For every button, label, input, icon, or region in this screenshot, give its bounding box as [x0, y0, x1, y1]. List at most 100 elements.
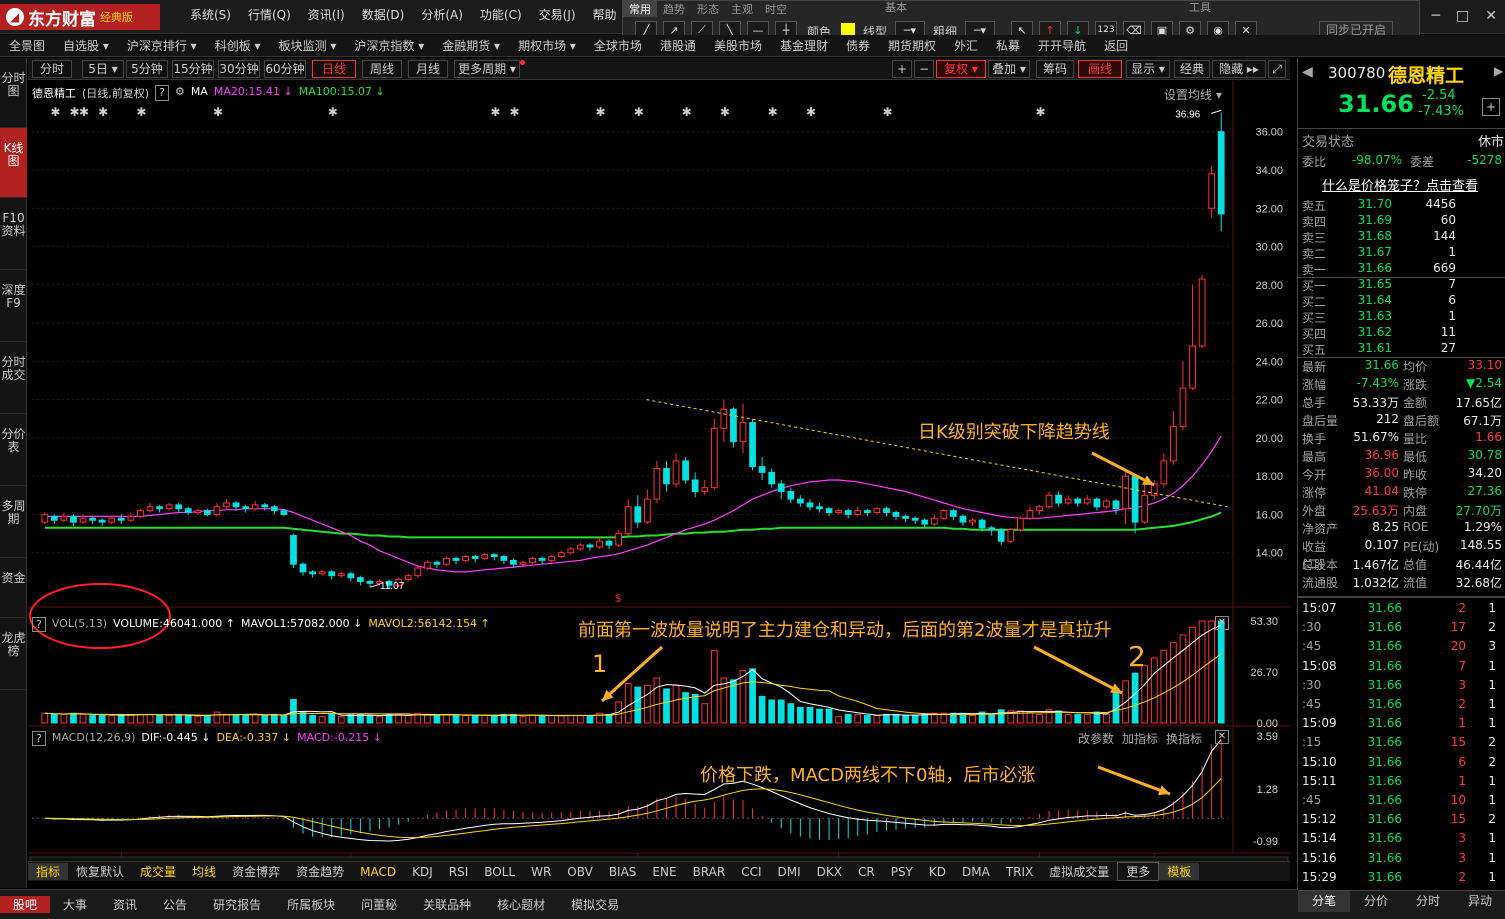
tab-wr[interactable]: WR: [523, 865, 559, 879]
ma-settings-button[interactable]: 设置均线 ▾: [1164, 86, 1222, 103]
nav-funds[interactable]: 基金理财: [771, 37, 837, 54]
nav-star-market[interactable]: 科创板 ▾: [206, 37, 270, 54]
nav-ranking[interactable]: 沪深京排行 ▾: [118, 37, 206, 54]
footer-ask-secretary[interactable]: 问董秘: [348, 896, 410, 913]
footer-guba[interactable]: 股吧: [0, 896, 51, 913]
nav-private[interactable]: 私募: [987, 37, 1029, 54]
tab-volume[interactable]: 成交量: [132, 863, 184, 880]
period-5day[interactable]: 5日 ▾: [82, 60, 124, 78]
change-params-button[interactable]: 改参数: [1078, 730, 1114, 747]
tab-obv[interactable]: OBV: [559, 865, 601, 879]
classic-button[interactable]: 经典: [1174, 60, 1210, 78]
tab-restore-default[interactable]: 恢复默认: [68, 863, 132, 880]
period-timeshare[interactable]: 分时: [32, 60, 72, 78]
nav-options[interactable]: 期权市场 ▾: [509, 37, 585, 54]
leftnav-multi-period[interactable]: 多周期: [0, 486, 27, 558]
footer-related[interactable]: 关联品种: [410, 896, 484, 913]
nav-guide[interactable]: 开开导航: [1029, 37, 1095, 54]
zoom-out-button[interactable]: −: [914, 60, 934, 78]
tab-bias[interactable]: BIAS: [601, 865, 645, 879]
leftnav-f10[interactable]: F10资料: [0, 198, 27, 270]
tab-ticks[interactable]: 分笔: [1298, 891, 1350, 912]
nav-overview[interactable]: 全景图: [0, 37, 54, 54]
display-button[interactable]: 显示 ▾: [1126, 60, 1170, 78]
add-indicator-button[interactable]: 加指标: [1122, 730, 1158, 747]
tab-kdj[interactable]: KDJ: [404, 865, 441, 879]
price-cage-link[interactable]: 什么是价格笼子？点击查看: [1322, 175, 1478, 194]
leftnav-kline[interactable]: K线图: [0, 128, 27, 198]
period-5min[interactable]: 5分钟: [126, 60, 168, 78]
period-30min[interactable]: 30分钟: [218, 60, 260, 78]
period-60min[interactable]: 60分钟: [264, 60, 306, 78]
menu-help[interactable]: 帮助: [593, 6, 617, 23]
nav-forex[interactable]: 外汇: [945, 37, 987, 54]
tab-virtual-volume[interactable]: 虚拟成交量: [1041, 863, 1117, 880]
menu-system[interactable]: 系统(S): [190, 6, 231, 23]
tab-dmi[interactable]: DMI: [770, 865, 809, 879]
tab-dma[interactable]: DMA: [954, 865, 998, 879]
gear-icon[interactable]: ⚙: [175, 85, 185, 101]
close-icon[interactable]: ✕: [1485, 8, 1497, 24]
tab-macd[interactable]: MACD: [352, 865, 404, 879]
macd-help-icon[interactable]: ?: [32, 731, 46, 746]
period-monthly[interactable]: 月线: [408, 60, 448, 78]
chips-button[interactable]: 筹码: [1036, 60, 1074, 78]
footer-sectors[interactable]: 所属板块: [274, 896, 348, 913]
fullscreen-icon[interactable]: ⤢: [1268, 60, 1286, 78]
draw-tab-common[interactable]: 常用: [623, 1, 657, 17]
tab-dkx[interactable]: DKX: [809, 865, 850, 879]
tab-template[interactable]: 模板: [1159, 863, 1200, 880]
draw-line-button[interactable]: 画线: [1078, 60, 1122, 78]
menu-quotes[interactable]: 行情(Q): [248, 6, 291, 23]
tab-intraday[interactable]: 分时: [1402, 891, 1454, 912]
menu-news[interactable]: 资讯(I): [308, 6, 345, 23]
add-watchlist-icon[interactable]: +: [1482, 98, 1500, 116]
overlay-button[interactable]: 叠加 ▾: [988, 60, 1030, 78]
period-more[interactable]: 更多周期 ▾: [454, 60, 520, 78]
period-15min[interactable]: 15分钟: [172, 60, 214, 78]
nav-futures[interactable]: 金融期货 ▾: [433, 37, 509, 54]
back-arrow-icon[interactable]: ◀: [1302, 64, 1313, 80]
macd-close-icon[interactable]: ✕: [1215, 730, 1229, 744]
adjust-button[interactable]: 复权 ▾: [936, 60, 986, 78]
tab-capital-trend[interactable]: 资金趋势: [288, 863, 352, 880]
tab-ene[interactable]: ENE: [644, 865, 684, 879]
menu-trade[interactable]: 交易(J): [539, 6, 576, 23]
tab-price-dist[interactable]: 分价: [1350, 891, 1402, 912]
tab-cci[interactable]: CCI: [733, 865, 769, 879]
nav-sector-monitor[interactable]: 板块监测 ▾: [270, 37, 346, 54]
zoom-in-button[interactable]: +: [892, 60, 912, 78]
hide-button[interactable]: 隐藏 ▸▸: [1212, 60, 1266, 78]
tab-trix[interactable]: TRIX: [998, 865, 1041, 879]
nav-futures-options[interactable]: 期货期权: [879, 37, 945, 54]
leftnav-capital[interactable]: 资金: [0, 558, 27, 618]
tab-more[interactable]: 更多: [1117, 862, 1160, 881]
footer-core-themes[interactable]: 核心题材: [484, 896, 558, 913]
tab-rsi[interactable]: RSI: [441, 865, 477, 879]
period-daily[interactable]: 日线: [312, 60, 356, 78]
leftnav-timeshare[interactable]: 分时图: [0, 58, 27, 128]
leftnav-depth[interactable]: 深度F9: [0, 270, 27, 342]
nav-watchlist[interactable]: 自选股 ▾: [54, 37, 118, 54]
menu-data[interactable]: 数据(D): [362, 6, 405, 23]
leftnav-dragon-tiger[interactable]: 龙虎榜: [0, 618, 27, 690]
menu-function[interactable]: 功能(C): [480, 6, 522, 23]
draw-tab-timespace[interactable]: 时空: [759, 1, 793, 17]
footer-research[interactable]: 研究报告: [200, 896, 274, 913]
nav-back[interactable]: 返回: [1095, 37, 1137, 54]
period-weekly[interactable]: 周线: [362, 60, 402, 78]
leftnav-price-table[interactable]: 分价表: [0, 414, 27, 486]
tab-capital-game[interactable]: 资金博弈: [224, 863, 288, 880]
footer-sim-trade[interactable]: 模拟交易: [558, 896, 632, 913]
tab-brar[interactable]: BRAR: [685, 865, 734, 879]
minimize-icon[interactable]: ─: [1432, 8, 1440, 24]
nav-hk-connect[interactable]: 港股通: [651, 37, 705, 54]
draw-tab-subjective[interactable]: 主观: [725, 1, 759, 17]
footer-announcements[interactable]: 公告: [150, 896, 200, 913]
tab-movement[interactable]: 异动: [1454, 891, 1505, 912]
nav-bonds[interactable]: 债券: [837, 37, 879, 54]
vol-close-icon[interactable]: ✕: [1215, 616, 1229, 630]
footer-news[interactable]: 资讯: [100, 896, 150, 913]
help-icon[interactable]: ?: [155, 85, 169, 101]
nav-global[interactable]: 全球市场: [585, 37, 651, 54]
